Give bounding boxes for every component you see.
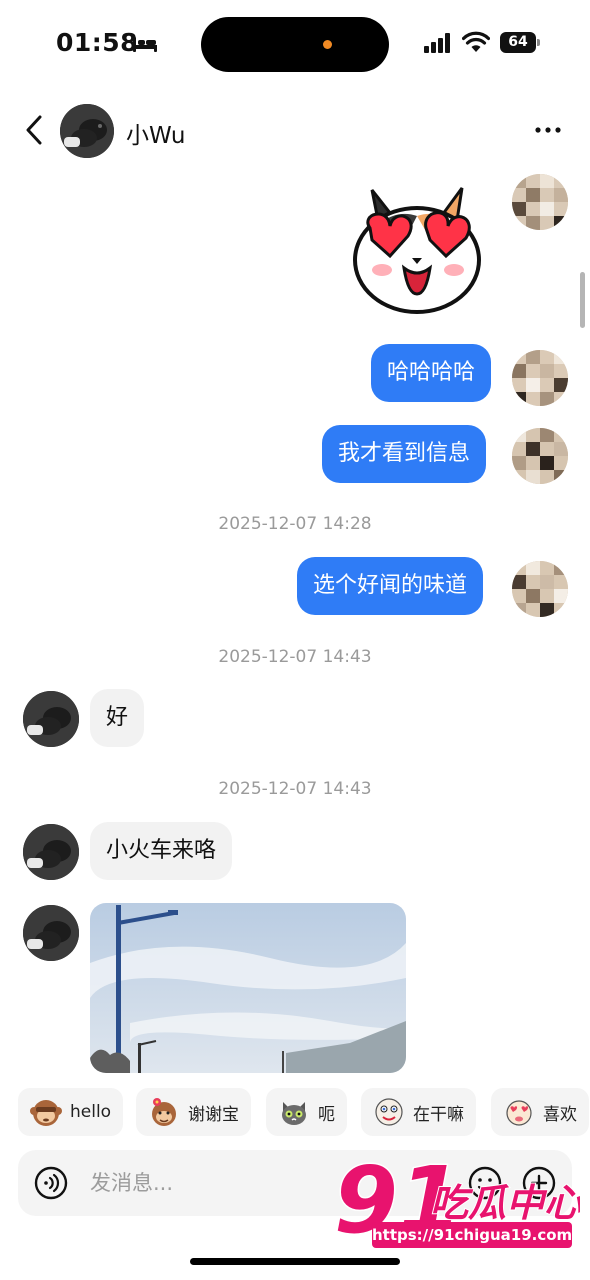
back-chevron-icon[interactable] (22, 114, 46, 146)
quick-reply-label: 喜欢 (543, 1104, 577, 1125)
my-message-bubble[interactable]: 选个好闻的味道 (297, 557, 484, 615)
cartoon-emoji-icon (375, 1098, 403, 1126)
timestamp: 2025-12-07 14:28 (218, 514, 372, 534)
pixelated-avatar-icon (512, 561, 568, 617)
quick-reply-chip[interactable]: 在干嘛 (361, 1088, 476, 1136)
contact-avatar[interactable] (23, 691, 79, 747)
dynamic-island (201, 17, 389, 72)
quick-reply-label: 谢谢宝 (188, 1104, 239, 1125)
sleep-focus-icon (133, 37, 157, 52)
pixelated-avatar-icon (512, 174, 568, 230)
watermark-url: https://91chigua19.com (372, 1222, 572, 1248)
cat-heart-eyes-sticker[interactable] (342, 170, 492, 320)
monkey-emoji-icon (30, 1100, 62, 1126)
pixelated-avatar-icon (512, 428, 568, 484)
quick-reply-chip[interactable]: 谢谢宝 (136, 1088, 251, 1136)
battery-indicator: 64 (500, 32, 540, 53)
contact-avatar[interactable] (60, 104, 114, 158)
quick-reply-chip[interactable]: hello (18, 1088, 124, 1136)
watermark-text: 吃瓜中心 (430, 1181, 580, 1225)
contact-name: 小Wu (126, 123, 186, 149)
scroll-indicator[interactable] (580, 272, 585, 328)
cellular-signal-icon (424, 33, 450, 53)
cat-emoji-icon (282, 1102, 306, 1125)
quick-reply-chip[interactable]: 喜欢 (491, 1088, 589, 1136)
home-indicator[interactable] (190, 1258, 400, 1265)
quick-reply-label: 呃 (318, 1104, 335, 1125)
my-avatar[interactable] (512, 428, 568, 484)
cat-photo-icon (60, 104, 114, 158)
battery-level: 64 (500, 32, 536, 53)
my-avatar[interactable] (512, 561, 568, 617)
cartoon-love-emoji-icon (506, 1100, 532, 1126)
chat-screen: 01:58 64 小Wu 哈哈哈哈 我才看到信息 2025-12-07 14:2… (0, 0, 590, 1280)
battery-cap (537, 39, 540, 46)
sky-streetlight-photo (90, 903, 406, 1073)
quick-reply-chip[interactable]: 呃 (266, 1088, 347, 1136)
message-input[interactable] (90, 1166, 320, 1200)
quick-reply-label: hello (70, 1102, 112, 1122)
timestamp: 2025-12-07 14:43 (218, 779, 372, 799)
cat-photo-icon (23, 905, 79, 961)
my-avatar[interactable] (512, 350, 568, 406)
quick-reply-label: 在干嘛 (413, 1104, 464, 1125)
photo-message[interactable] (90, 903, 406, 1073)
cat-photo-icon (23, 691, 79, 747)
status-time: 01:58 (56, 28, 139, 57)
my-message-bubble[interactable]: 哈哈哈哈 (371, 344, 492, 402)
wifi-icon (462, 31, 490, 52)
pixelated-avatar-icon (512, 350, 568, 406)
voice-input-icon[interactable] (34, 1166, 68, 1200)
my-avatar[interactable] (512, 174, 568, 230)
monkey-flower-emoji-icon (152, 1098, 176, 1126)
contact-avatar[interactable] (23, 824, 79, 880)
their-message-bubble[interactable]: 好 (90, 689, 145, 747)
more-options-icon[interactable] (534, 120, 562, 140)
contact-avatar[interactable] (23, 905, 79, 961)
timestamp: 2025-12-07 14:43 (218, 647, 372, 667)
privacy-indicator-dot (323, 40, 332, 49)
cat-photo-icon (23, 824, 79, 880)
my-message-bubble[interactable]: 我才看到信息 (322, 425, 487, 483)
their-message-bubble[interactable]: 小火车来咯 (90, 822, 233, 880)
